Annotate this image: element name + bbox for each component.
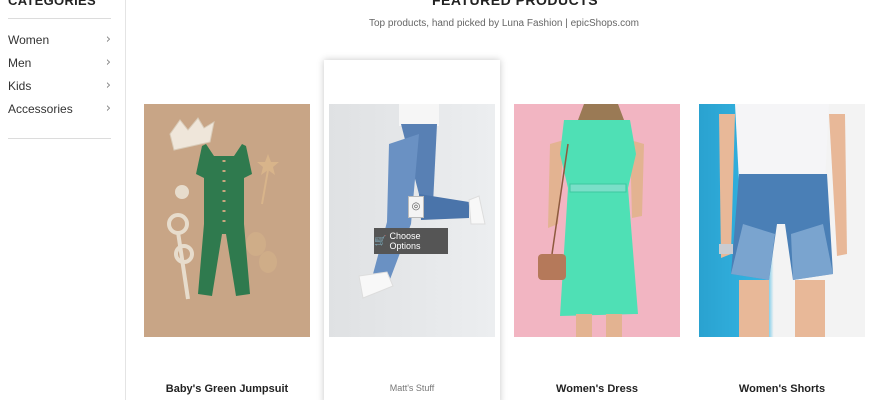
category-list: Women › Men › Kids › Accessories › [8, 28, 111, 120]
product-name[interactable]: Baby's Green Jumpsuit [144, 383, 310, 395]
categories-heading: CATEGORIES [8, 0, 96, 8]
green-jumpsuit-photo[interactable] [144, 104, 310, 337]
choose-options-button[interactable]: 🛒 Choose Options [374, 228, 448, 254]
cart-icon: 🛒 [374, 235, 387, 247]
category-label: Women [8, 32, 50, 47]
category-item-accessories[interactable]: Accessories › [8, 97, 111, 120]
category-item-men[interactable]: Men › [8, 51, 111, 74]
product-name[interactable]: Women's Dress [514, 383, 680, 395]
category-label: Men [8, 55, 32, 70]
chevron-right-icon: › [105, 101, 111, 116]
denim-shorts-photo[interactable] [699, 104, 865, 337]
divider [8, 138, 111, 139]
category-sidebar: CATEGORIES Women › Men › Kids › Accessor… [0, 0, 126, 400]
quick-view-button[interactable]: ◎ [408, 196, 424, 218]
eye-icon: ◎ [411, 201, 421, 212]
category-item-kids[interactable]: Kids › [8, 74, 111, 97]
choose-options-label: Choose Options [389, 231, 421, 251]
mint-dress-photo[interactable] [514, 104, 680, 337]
jeans-photo[interactable]: ◎ 🛒 Choose Options [329, 104, 495, 337]
product-card[interactable]: ◎ 🛒 Choose Options Matt's Stuff [324, 60, 500, 400]
category-item-women[interactable]: Women › [8, 28, 111, 51]
featured-products-heading: FEATURED PRODUCTS [432, 0, 599, 8]
product-vendor: Matt's Stuff [389, 383, 435, 393]
chevron-right-icon: › [105, 55, 111, 70]
category-label: Kids [8, 78, 32, 93]
category-label: Accessories [8, 101, 73, 116]
chevron-right-icon: › [105, 78, 111, 93]
product-name[interactable]: Women's Shorts [699, 383, 865, 395]
featured-products-subtitle: Top products, hand picked by Luna Fashio… [369, 18, 639, 29]
chevron-right-icon: › [105, 32, 111, 47]
